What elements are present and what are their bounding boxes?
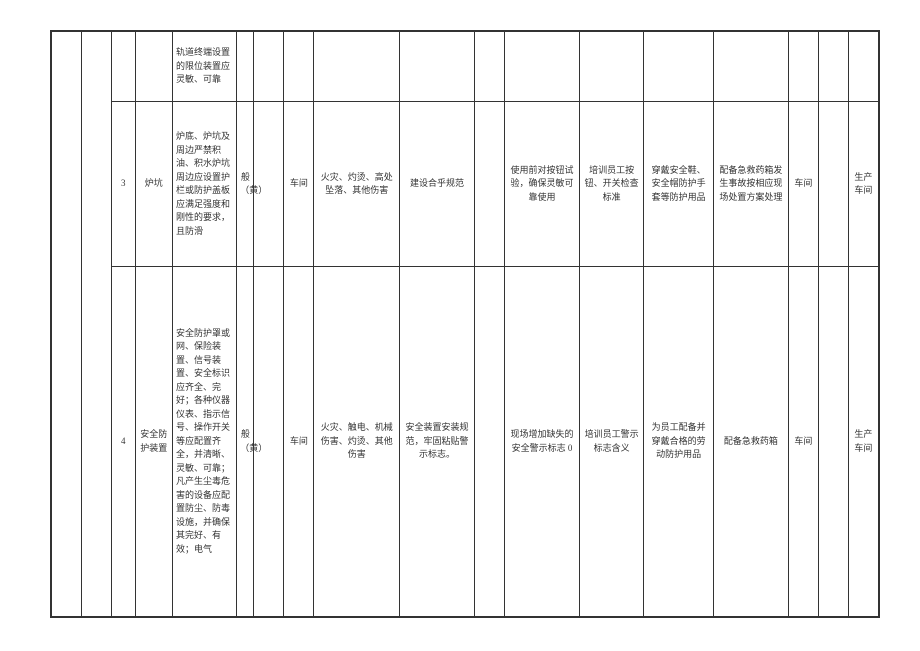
cell-ops: 现场增加缺失的安全警示标志 0 <box>505 267 580 617</box>
cell-blank <box>254 267 284 617</box>
cell-hazard: 火灾、灼烫、高处坠落、其他伤害 <box>314 102 400 267</box>
cell-blank <box>475 267 505 617</box>
cell-ppe <box>644 32 714 102</box>
table-row: 4 安全防护装置 安全防护罩或网、保险装置、信号装置、安全标识应齐全、完好；各种… <box>52 267 879 617</box>
cell-name: 安全防护装置 <box>135 267 172 617</box>
cell-eng: 建设合乎规范 <box>400 102 475 267</box>
cell-desc: 轨道终端设置的限位装置应灵敏、可靠 <box>173 32 237 102</box>
cell-blank <box>52 32 82 617</box>
cell-level: 般（黄） <box>237 102 254 267</box>
cell-name: 炉坑 <box>135 102 172 267</box>
risk-table: 轨道终端设置的限位装置应灵敏、可靠 3 炉坑 炉底、炉坑及周边严禁积油、积 <box>51 31 879 617</box>
cell-dept2: 车间 <box>788 267 818 617</box>
cell-hazard <box>314 32 400 102</box>
cell-dept <box>284 32 314 102</box>
cell-eng <box>400 32 475 102</box>
cell-blank <box>254 102 284 267</box>
cell-desc: 安全防护罩或网、保险装置、信号装置、安全标识应齐全、完好；各种仪器仪表、指示信号… <box>173 267 237 617</box>
cell-dept2: 车间 <box>788 102 818 267</box>
cell-blank <box>818 32 848 102</box>
cell-desc: 炉底、炉坑及周边严禁积油、积水炉坑周边应设置护栏或防护盖板应满足强度和刚性的要求… <box>173 102 237 267</box>
cell-level <box>237 32 254 102</box>
cell-emer: 配备急救药箱 <box>713 267 788 617</box>
cell-resp <box>848 32 878 102</box>
cell-train <box>580 32 644 102</box>
cell-blank <box>81 32 111 617</box>
table-row: 3 炉坑 炉底、炉坑及周边严禁积油、积水炉坑周边应设置护栏或防护盖板应满足强度和… <box>52 102 879 267</box>
cell-emer: 配备急救药箱发生事故按相应现场处置方案处理 <box>713 102 788 267</box>
cell-hazard: 火灾、触电、机械伤害、灼烫、其他伤害 <box>314 267 400 617</box>
cell-ppe: 为员工配备并穿戴合格的劳动防护用品 <box>644 267 714 617</box>
cell-blank <box>818 102 848 267</box>
cell-dept2 <box>788 32 818 102</box>
cell-blank <box>254 32 284 102</box>
cell-resp: 生产车间 <box>848 267 878 617</box>
cell-blank <box>818 267 848 617</box>
table-row: 轨道终端设置的限位装置应灵敏、可靠 <box>52 32 879 102</box>
cell-train: 培训员工警示标志含义 <box>580 267 644 617</box>
cell-dept: 车间 <box>284 102 314 267</box>
cell-index <box>111 32 135 102</box>
cell-emer <box>713 32 788 102</box>
cell-index: 3 <box>111 102 135 267</box>
cell-level: 般（黄） <box>237 267 254 617</box>
cell-blank <box>475 32 505 102</box>
cell-dept: 车间 <box>284 267 314 617</box>
cell-ops <box>505 32 580 102</box>
cell-blank <box>475 102 505 267</box>
cell-eng: 安全装置安装规范，牢固粘贴警示标志。 <box>400 267 475 617</box>
cell-ppe: 穿戴安全鞋、安全帽防护手套等防护用品 <box>644 102 714 267</box>
cell-ops: 使用前对按钮试验，确保灵敏可靠使用 <box>505 102 580 267</box>
cell-resp: 生产车间 <box>848 102 878 267</box>
cell-name <box>135 32 172 102</box>
cell-index: 4 <box>111 267 135 617</box>
cell-train: 培训员工按钮、开关检查标准 <box>580 102 644 267</box>
